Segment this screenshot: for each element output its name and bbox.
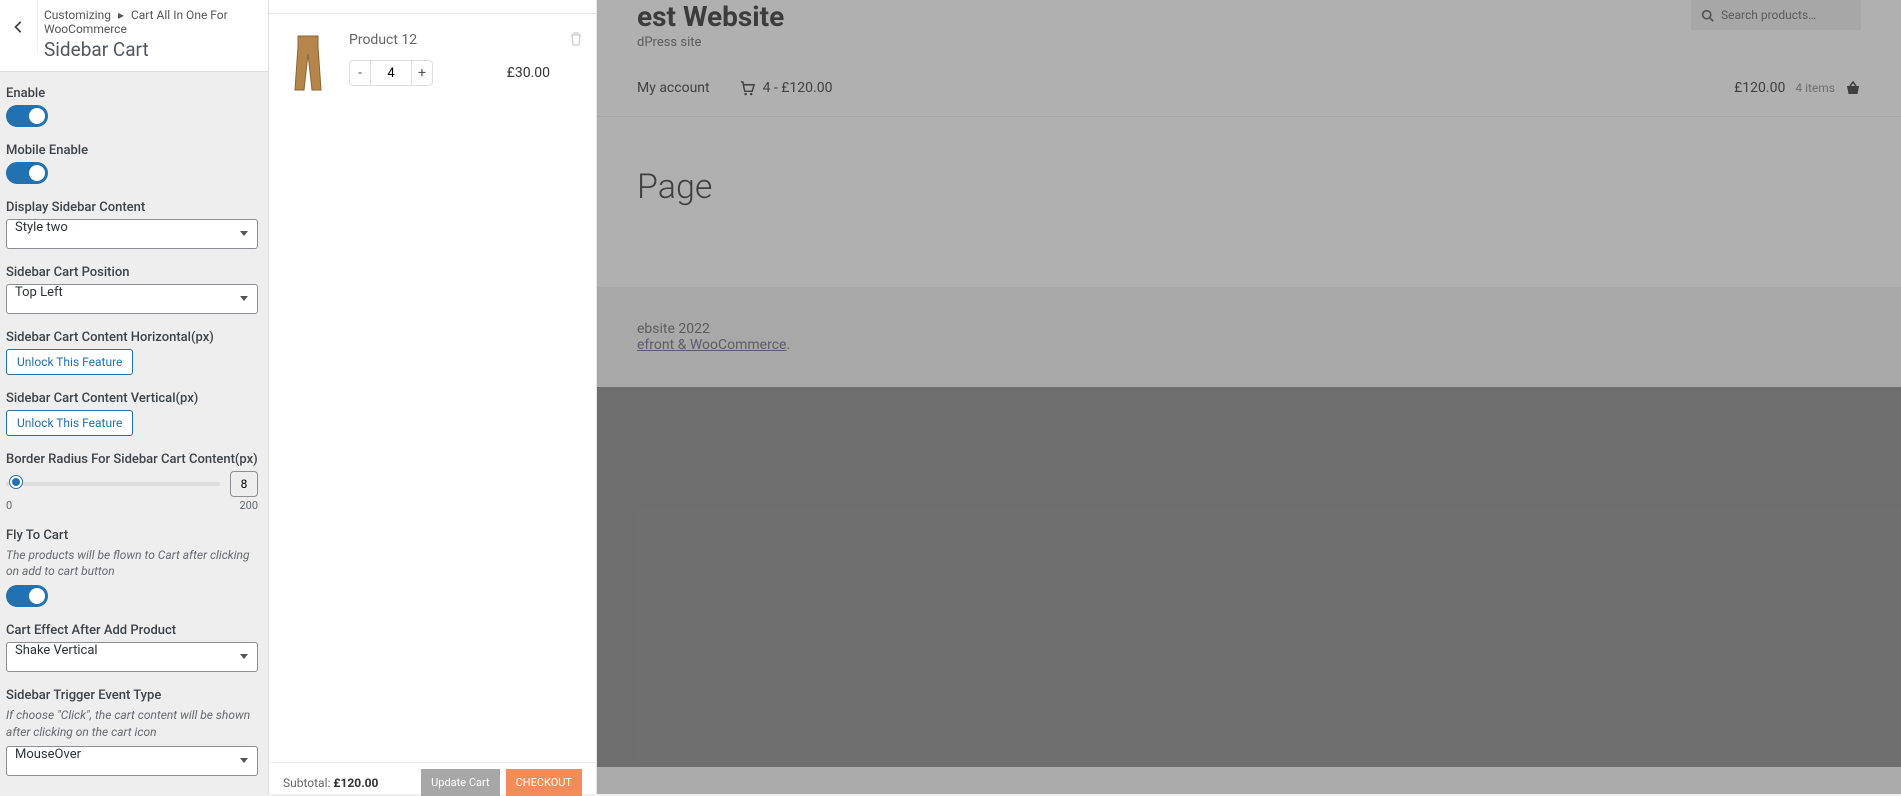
breadcrumb: Customizing ▸ Cart All In One For WooCom… [44, 8, 256, 36]
search-input[interactable]: Search products… [1691, 0, 1861, 30]
trigger-select[interactable]: MouseOver [6, 746, 258, 776]
site-tagline: dPress site [637, 35, 784, 50]
nav-my-account[interactable]: My account [637, 80, 710, 96]
unlock-horizontal-button[interactable]: Unlock This Feature [6, 349, 133, 375]
radius-slider[interactable] [6, 482, 220, 486]
sidebar-cart: Product 12 - + £30.00 Subto [269, 0, 597, 794]
cart-footer: Subtotal: £120.00 Update Cart CHECKOUT [269, 762, 596, 794]
radius-max: 200 [239, 499, 258, 512]
subtotal-label: Subtotal: [283, 776, 330, 790]
radius-min: 0 [6, 499, 12, 512]
checkout-button[interactable]: CHECKOUT [506, 769, 582, 796]
pants-icon [288, 34, 328, 94]
display-content-select[interactable]: Style two [6, 219, 258, 249]
cart-item: Product 12 - + £30.00 [283, 32, 582, 96]
cart-item-main: Product 12 - + £30.00 [349, 32, 550, 96]
effect-label: Cart Effect After Add Product [6, 623, 258, 638]
panel-body[interactable]: Enable Mobile Enable Display Sidebar Con… [0, 72, 268, 794]
horizontal-label: Sidebar Cart Content Horizontal(px) [6, 330, 258, 345]
panel-title: Sidebar Cart [44, 38, 256, 61]
site-title[interactable]: est Website [637, 0, 784, 33]
quantity-stepper: - + [349, 60, 433, 86]
display-content-label: Display Sidebar Content [6, 200, 258, 215]
nav-cart-link[interactable]: 4 - £120.00 [740, 80, 833, 96]
subtotal-value: £120.00 [333, 776, 378, 790]
cart-item-title[interactable]: Product 12 [349, 32, 550, 48]
cart-items: Product 12 - + £30.00 [269, 14, 596, 762]
qty-input[interactable] [371, 60, 411, 86]
mobile-enable-label: Mobile Enable [6, 143, 258, 158]
site-footer: ebsite 2022 efront & WooCommerce. [597, 287, 1901, 387]
breadcrumb-sep: ▸ [118, 8, 124, 22]
fly-label: Fly To Cart [6, 528, 258, 543]
position-select[interactable]: Top Left [6, 284, 258, 314]
slider-thumb-icon[interactable] [10, 476, 22, 488]
panel-header: Customizing ▸ Cart All In One For WooCom… [0, 0, 268, 72]
enable-label: Enable [6, 86, 258, 101]
mobile-enable-toggle[interactable] [6, 162, 48, 184]
radius-label: Border Radius For Sidebar Cart Content(p… [6, 452, 258, 467]
basket-icon [1845, 80, 1861, 96]
cart-item-price: £30.00 [507, 65, 550, 81]
search-placeholder: Search products… [1721, 8, 1816, 22]
fly-toggle[interactable] [6, 585, 48, 607]
nav-items: 4 items [1795, 81, 1835, 95]
enable-toggle[interactable] [6, 105, 48, 127]
breadcrumb-root: Customizing [44, 8, 111, 22]
site-header: est Website dPress site Search products…… [597, 0, 1901, 117]
footer-link[interactable]: efront & WooCommerce [637, 337, 786, 353]
site-preview: est Website dPress site Search products…… [597, 0, 1901, 794]
cart-topbar [269, 0, 596, 14]
subtotal: Subtotal: £120.00 [283, 776, 378, 790]
site-body: Page [597, 117, 1901, 287]
remove-item-button[interactable] [570, 32, 582, 50]
customizer-panel: Customizing ▸ Cart All In One For WooCom… [0, 0, 269, 794]
vertical-label: Sidebar Cart Content Vertical(px) [6, 391, 258, 406]
chevron-left-icon [12, 20, 26, 34]
update-cart-button[interactable]: Update Cart [421, 769, 499, 796]
page-title: Page [637, 167, 1861, 207]
below-footer [597, 387, 1901, 767]
nav-cart-summary[interactable]: £120.00 4 items [1734, 80, 1861, 96]
trash-icon [570, 32, 582, 46]
trigger-label: Sidebar Trigger Event Type [6, 688, 258, 703]
search-icon [1701, 9, 1714, 22]
qty-increase-button[interactable]: + [411, 60, 433, 86]
nav-total: £120.00 [1734, 80, 1785, 96]
qty-decrease-button[interactable]: - [349, 60, 371, 86]
effect-select[interactable]: Shake Vertical [6, 642, 258, 672]
nav-cart-text: 4 - £120.00 [763, 80, 833, 96]
cart-icon [740, 81, 755, 96]
fly-desc: The products will be flown to Cart after… [6, 547, 258, 579]
radius-value[interactable]: 8 [230, 471, 258, 497]
trigger-desc: If choose "Click", the cart content will… [6, 707, 258, 739]
position-label: Sidebar Cart Position [6, 265, 258, 280]
back-button[interactable] [0, 0, 38, 54]
product-image [283, 32, 333, 96]
footer-copyright: ebsite 2022 [637, 321, 1861, 337]
unlock-vertical-button[interactable]: Unlock This Feature [6, 410, 133, 436]
